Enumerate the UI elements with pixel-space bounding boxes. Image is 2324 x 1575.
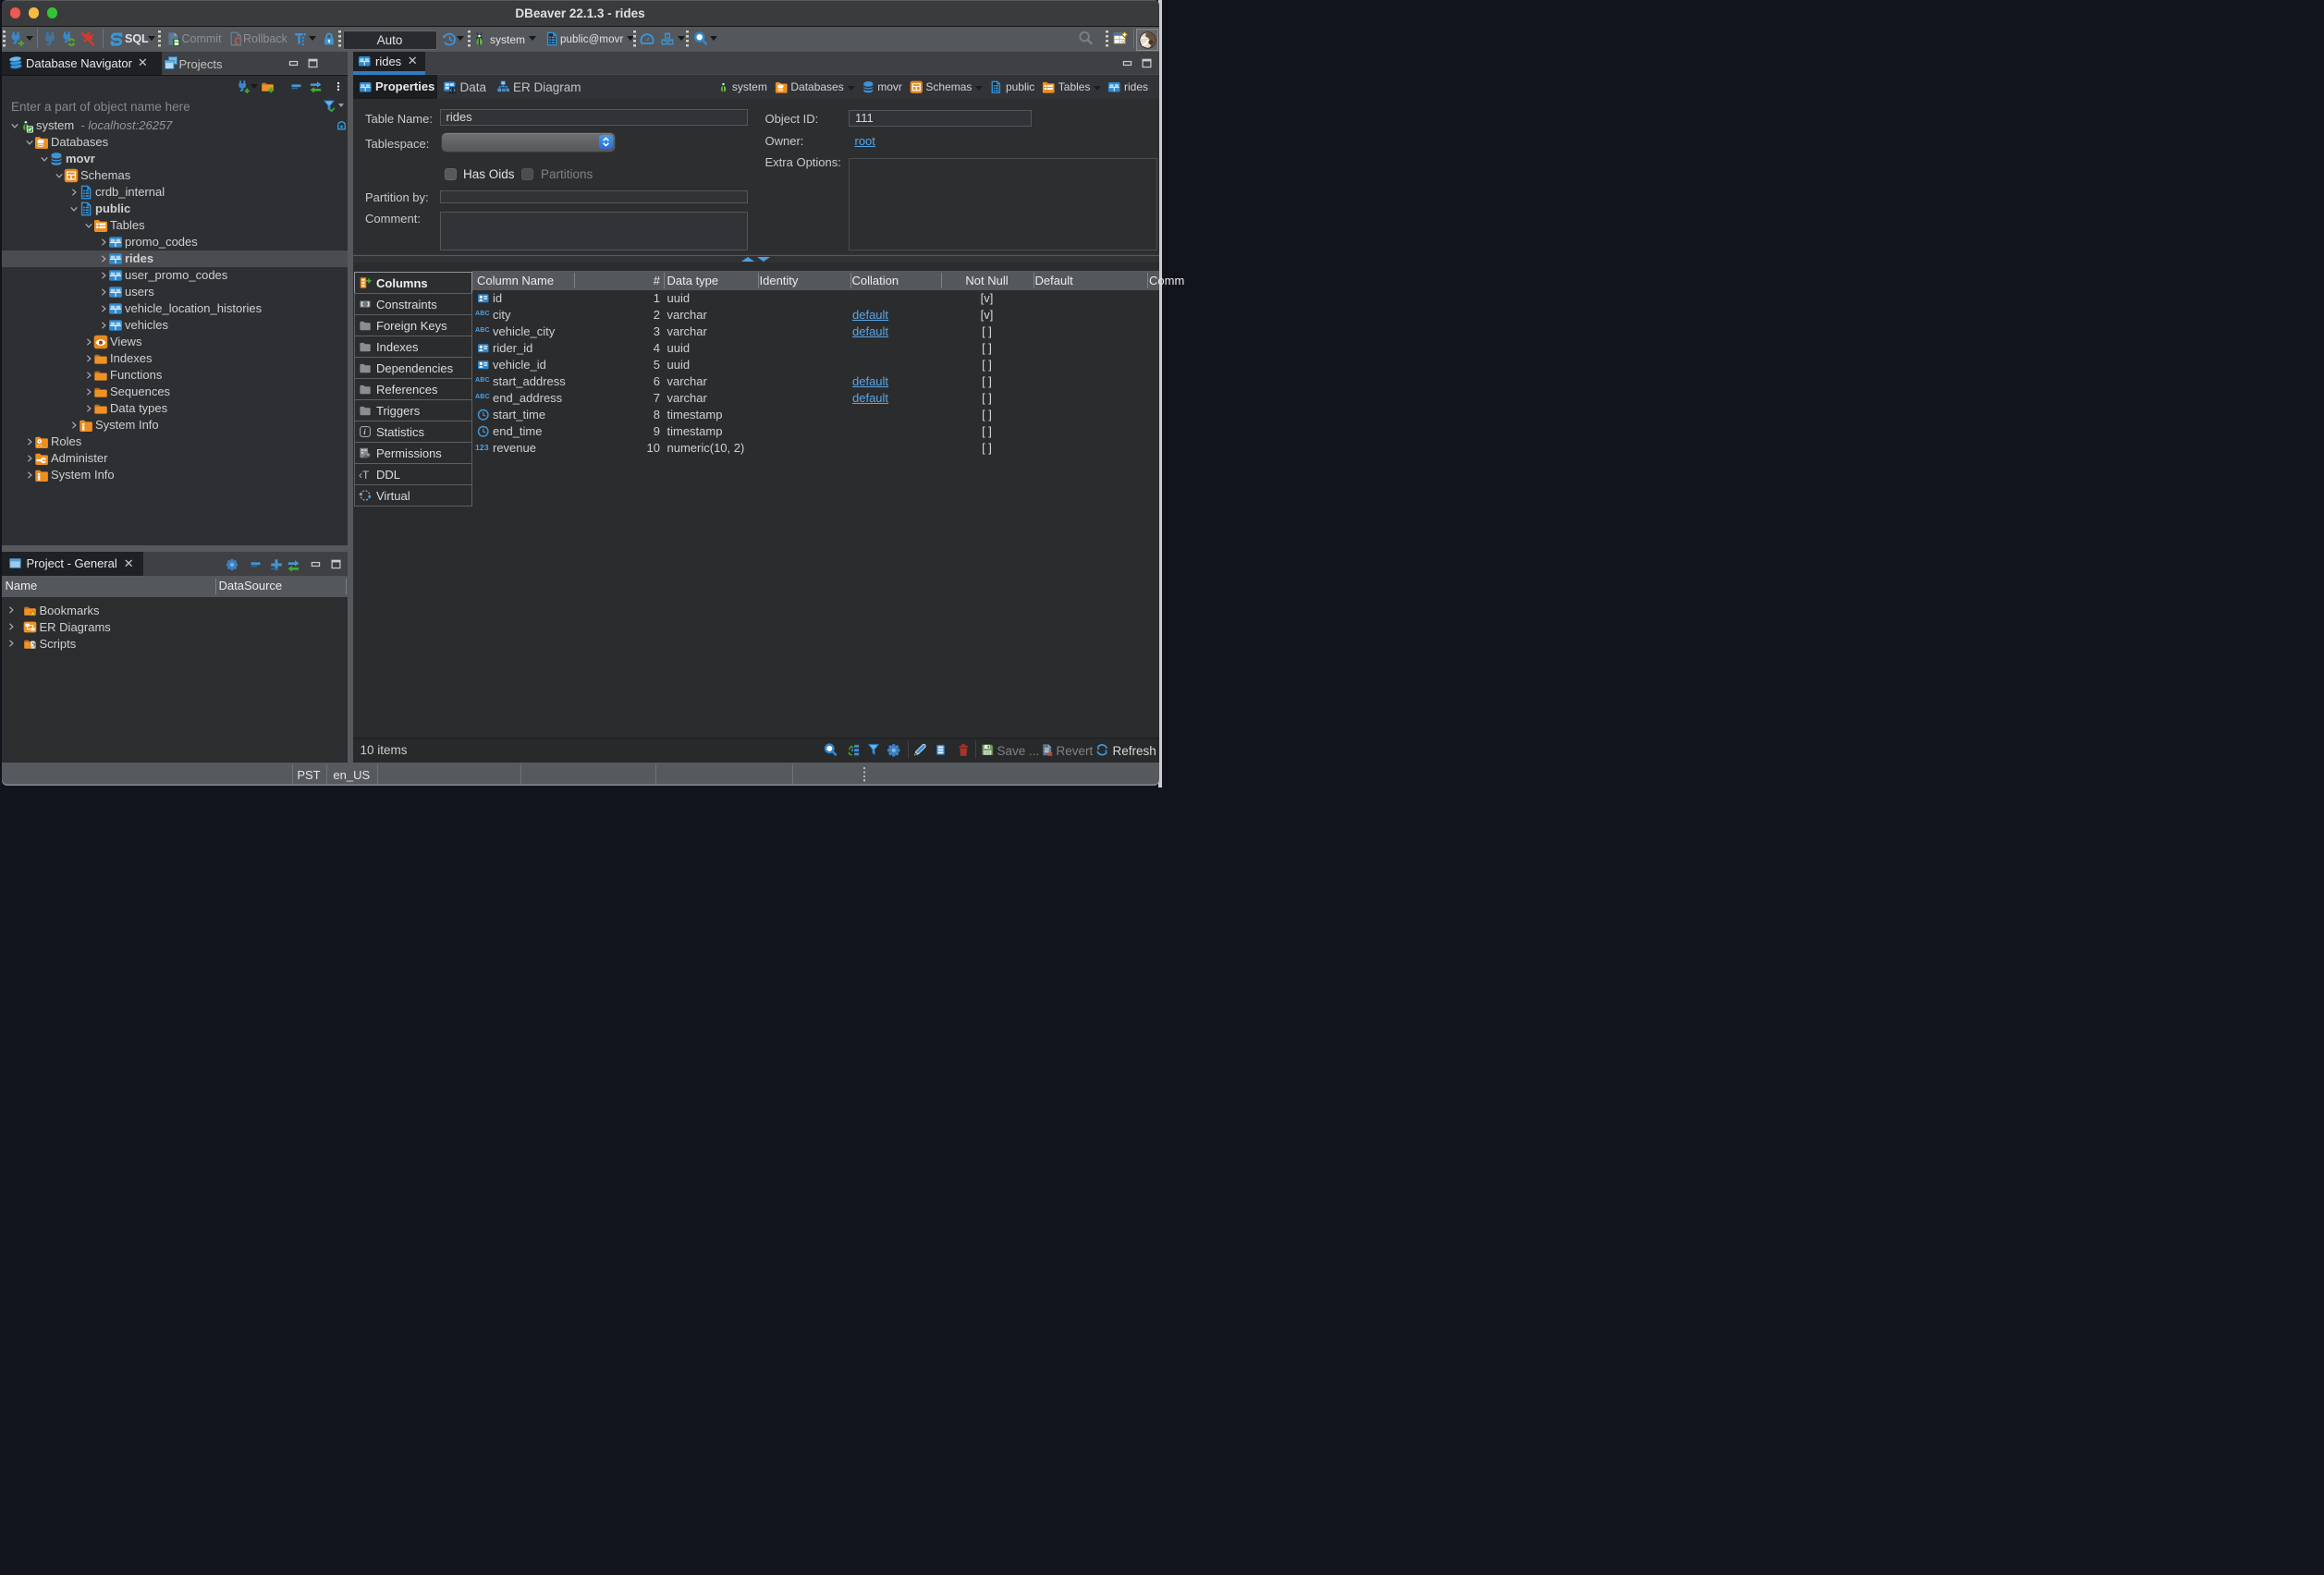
svg-text:‹T: ‹T bbox=[359, 469, 370, 482]
